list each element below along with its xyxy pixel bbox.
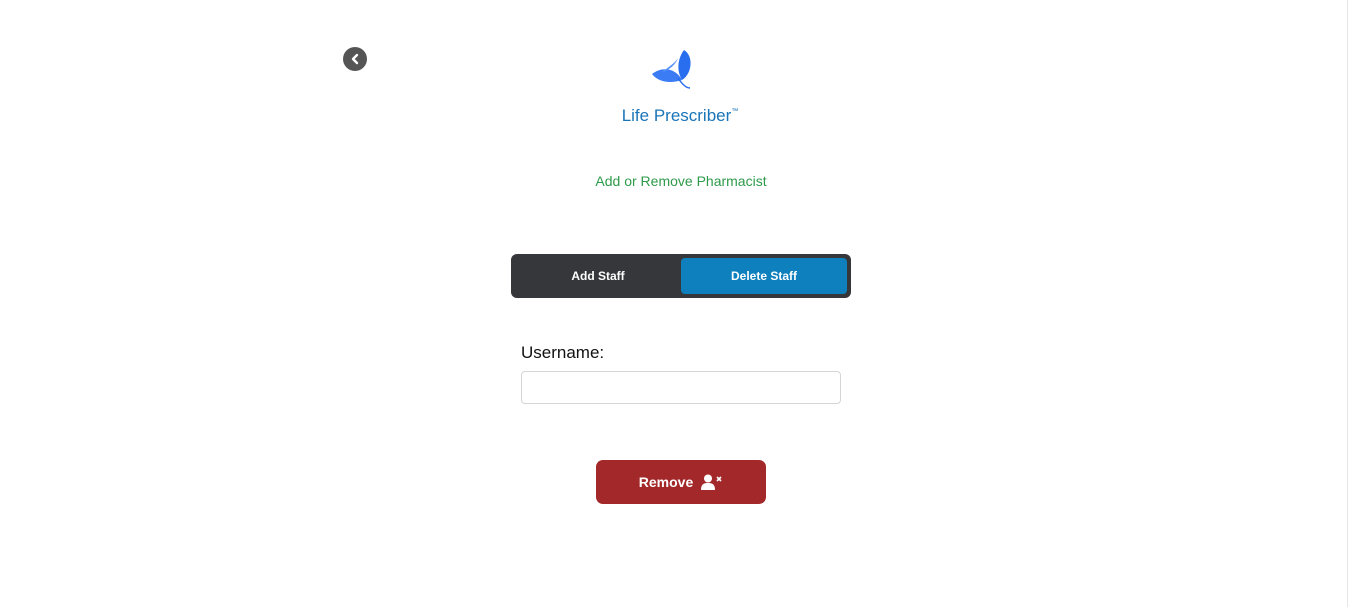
- page-subtitle: Add or Remove Pharmacist: [595, 173, 767, 189]
- leaf-logo-icon: [652, 50, 691, 89]
- username-input[interactable]: [521, 371, 841, 404]
- tab-add-staff[interactable]: Add Staff: [515, 258, 681, 294]
- username-label: Username:: [521, 343, 605, 362]
- remove-button-label: Remove: [638, 474, 694, 490]
- staff-mode-toggle: Add Staff Delete Staff: [511, 254, 851, 298]
- back-button[interactable]: [343, 47, 367, 71]
- app-title: Life Prescriber™: [621, 106, 739, 125]
- remove-button[interactable]: Remove: [596, 460, 766, 504]
- tab-delete-staff[interactable]: Delete Staff: [681, 258, 847, 294]
- chevron-left-icon: [351, 53, 359, 65]
- user-remove-icon: [701, 474, 722, 490]
